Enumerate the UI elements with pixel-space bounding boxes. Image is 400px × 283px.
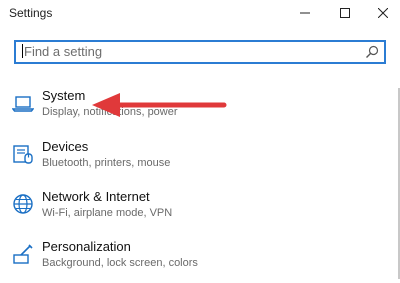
category-label: Personalization [42, 239, 131, 254]
personalization-icon [13, 244, 33, 264]
category-network-internet[interactable]: Network & Internet Wi-Fi, airplane mode,… [0, 189, 396, 233]
category-description: Bluetooth, printers, mouse [42, 157, 171, 169]
title-bar: Settings [0, 0, 400, 26]
globe-icon [13, 194, 33, 214]
search-box[interactable]: Find a setting [14, 40, 386, 64]
devices-icon [13, 145, 33, 164]
search-input[interactable]: Find a setting [22, 44, 342, 60]
laptop-icon [12, 96, 34, 112]
category-personalization[interactable]: Personalization Background, lock screen,… [0, 239, 396, 283]
category-label: Devices [42, 139, 89, 154]
search-icon[interactable] [365, 45, 379, 59]
text-caret [22, 44, 23, 58]
search-placeholder: Find a setting [24, 44, 103, 59]
category-label: System [42, 88, 86, 103]
minimize-icon [300, 12, 310, 14]
minimize-button[interactable] [288, 0, 322, 26]
close-button[interactable] [366, 0, 400, 26]
category-devices[interactable]: Devices Bluetooth, printers, mouse [0, 139, 396, 183]
close-icon [378, 8, 388, 18]
maximize-button[interactable] [328, 0, 362, 26]
red-arrow-annotation [92, 93, 227, 117]
category-description: Wi-Fi, airplane mode, VPN [42, 207, 173, 219]
maximize-icon [340, 8, 350, 18]
window-title: Settings [9, 6, 53, 20]
category-description: Background, lock screen, colors [42, 257, 198, 269]
category-label: Network & Internet [42, 189, 150, 204]
